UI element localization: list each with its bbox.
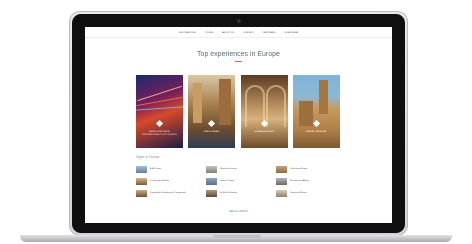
- sight-thumbnail: [206, 166, 217, 173]
- diamond-icon: [312, 119, 321, 128]
- sight-label: Sistine Chapel: [220, 180, 235, 182]
- experience-card-berlin[interactable]: Berlin Light Show Experience and tour of…: [136, 75, 183, 148]
- sights-heading: Sights in Europe: [136, 155, 160, 159]
- diamond-icon: [207, 119, 216, 128]
- sight-thumbnail: [136, 190, 147, 197]
- light-streak: [136, 106, 183, 111]
- sight-label: Catedral de Santiago de Compostela: [150, 192, 186, 194]
- building-shape: [299, 101, 313, 126]
- sight-label: Duomo di Milano: [290, 192, 307, 194]
- sight-label: Musée du Louvre: [220, 168, 237, 170]
- card-subcaption: Experience and tour of Berlin: [142, 134, 177, 136]
- webcam-icon: [237, 19, 241, 23]
- card-caption: Alhambra Palace: [254, 131, 275, 133]
- diamond-icon: [155, 119, 164, 128]
- experience-card-alhambra[interactable]: Alhambra Palace: [241, 75, 288, 148]
- browser-screen: DESTINATIONS TOURS ABOUT US CONTACT PART…: [85, 27, 392, 223]
- sight-label: Colosseum Rome: [290, 168, 308, 170]
- experience-card-venice[interactable]: Venice Canals: [188, 75, 235, 148]
- sight-label: Westminster Abbey: [290, 180, 309, 182]
- card-caption: Iberian Cathedral: [306, 131, 327, 133]
- card-caption: Venice Canals: [203, 131, 220, 133]
- title-accent: [235, 61, 242, 62]
- nav-item-tours[interactable]: TOURS: [205, 32, 213, 34]
- nav-item-subscribe[interactable]: SUBSCRIBE: [285, 32, 299, 34]
- laptop-notch: [213, 235, 261, 238]
- sight-thumbnail: [276, 166, 287, 173]
- tower-shape: [319, 80, 328, 114]
- nav-item-contact[interactable]: CONTACT: [243, 32, 254, 34]
- arch-shape: [266, 85, 286, 127]
- sight-thumbnail: [276, 178, 287, 185]
- see-all-link[interactable]: SEE ALL SIGHTS: [85, 210, 392, 213]
- nav-item-destinations[interactable]: DESTINATIONS: [179, 32, 196, 34]
- sight-label: La Sagrada Familia: [150, 180, 169, 182]
- building-shape: [219, 79, 231, 125]
- sight-thumbnail: [136, 166, 147, 173]
- nav-item-partners[interactable]: PARTNERS: [263, 32, 276, 34]
- sight-label: Eiffel Tower: [150, 168, 162, 170]
- sight-label: St Mark's Basilica: [220, 192, 238, 194]
- page-title: Top experiences in Europe: [197, 51, 280, 58]
- top-nav: DESTINATIONS TOURS ABOUT US CONTACT PART…: [85, 32, 392, 34]
- nav-item-about[interactable]: ABOUT US: [222, 32, 234, 34]
- experience-card-cathedral[interactable]: Iberian Cathedral: [293, 75, 340, 148]
- sight-thumbnail: [206, 190, 217, 197]
- sight-thumbnail: [136, 178, 147, 185]
- building-shape: [193, 83, 202, 123]
- sight-thumbnail: [276, 190, 287, 197]
- nav-divider: [85, 37, 392, 38]
- sight-thumbnail: [206, 178, 217, 185]
